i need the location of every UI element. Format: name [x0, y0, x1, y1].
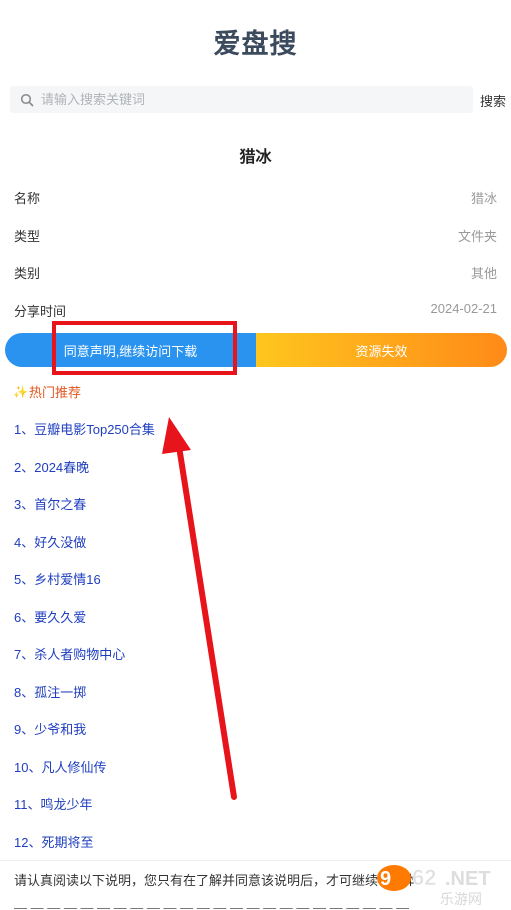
watermark-logo: 9 62 .NET 乐游网 — [377, 865, 491, 908]
info-value: 其他 — [470, 266, 497, 281]
hot-item[interactable]: 5、乡村爱情16 — [14, 569, 155, 607]
info-label: 名称 — [14, 191, 41, 206]
hot-item[interactable]: 4、好久没做 — [14, 532, 155, 570]
info-label: 类别 — [14, 266, 41, 281]
info-label: 类型 — [14, 229, 41, 244]
svg-text:.NET: .NET — [445, 868, 491, 890]
info-row-share-time: 分享时间 2024-02-21 — [14, 301, 497, 321]
hot-list: 1、豆瓣电影Top250合集 2、2024春晚 3、首尔之春 4、好久没做 5、… — [14, 419, 155, 869]
hot-header: ✨ 热门推荐 — [13, 382, 81, 401]
notice-text-cutoff: — — — — — — — — — — — — — — — — — — — — … — [14, 900, 410, 910]
hot-item[interactable]: 2、2024春晚 — [14, 457, 155, 495]
hot-item[interactable]: 12、死期将至 — [14, 832, 155, 870]
hot-item[interactable]: 10、凡人修仙传 — [14, 757, 155, 795]
info-value: 猎冰 — [470, 191, 497, 206]
info-label: 分享时间 — [14, 304, 67, 319]
svg-text:乐游网: 乐游网 — [440, 892, 482, 908]
hot-item[interactable]: 11、鸣龙少年 — [14, 794, 155, 832]
info-value: 文件夹 — [457, 229, 497, 244]
hot-header-label: 热门推荐 — [28, 385, 81, 400]
search-input[interactable] — [39, 91, 473, 108]
hot-item[interactable]: 6、要久久爱 — [14, 607, 155, 645]
svg-text:62: 62 — [412, 865, 436, 890]
search-button[interactable]: 搜索 — [480, 91, 506, 110]
file-title: 猎冰 — [239, 149, 272, 166]
resource-invalid-button[interactable]: 资源失效 — [256, 333, 507, 367]
info-row-name: 名称 猎冰 — [14, 188, 497, 208]
highlight-box — [52, 321, 237, 375]
svg-text:9: 9 — [380, 868, 391, 890]
info-row-category: 类别 其他 — [14, 263, 497, 283]
sparkle-icon: ✨ — [13, 384, 28, 399]
hot-item[interactable]: 9、少爷和我 — [14, 719, 155, 757]
hot-item[interactable]: 3、首尔之春 — [14, 494, 155, 532]
info-row-type: 类型 文件夹 — [14, 226, 497, 246]
notice-text: 请认真阅读以下说明，您只有在了解并同意该说明后，才可继续访问本 — [14, 873, 418, 888]
hot-item[interactable]: 7、杀人者购物中心 — [14, 644, 155, 682]
info-value: 2024-02-21 — [430, 301, 498, 316]
search-icon — [20, 93, 34, 106]
app-title: 爱盘搜 — [213, 29, 298, 59]
hot-item[interactable]: 1、豆瓣电影Top250合集 — [14, 419, 155, 457]
search-bar[interactable] — [10, 86, 473, 113]
hot-item[interactable]: 8、孤注一掷 — [14, 682, 155, 720]
